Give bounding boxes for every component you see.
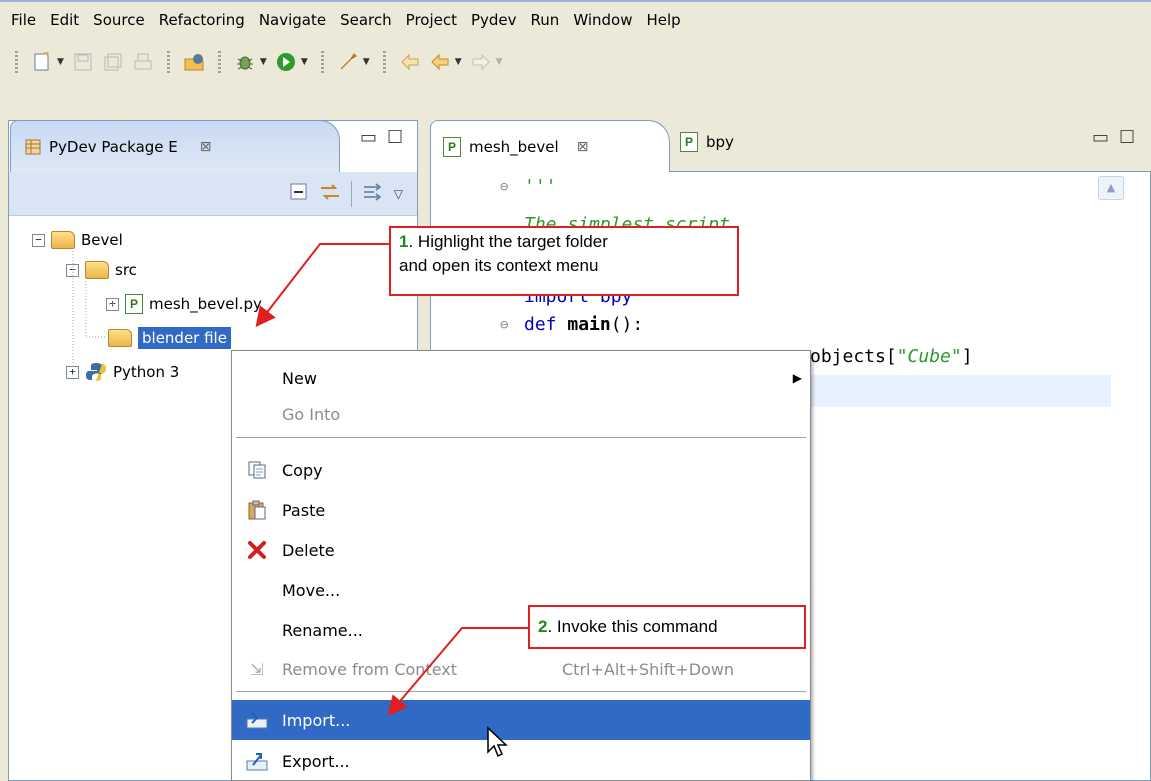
annotation-arrows <box>255 243 528 717</box>
annotation-arrow-1 <box>255 243 389 328</box>
mouse-cursor-icon <box>487 726 508 758</box>
annotation-arrow-2 <box>387 627 528 717</box>
